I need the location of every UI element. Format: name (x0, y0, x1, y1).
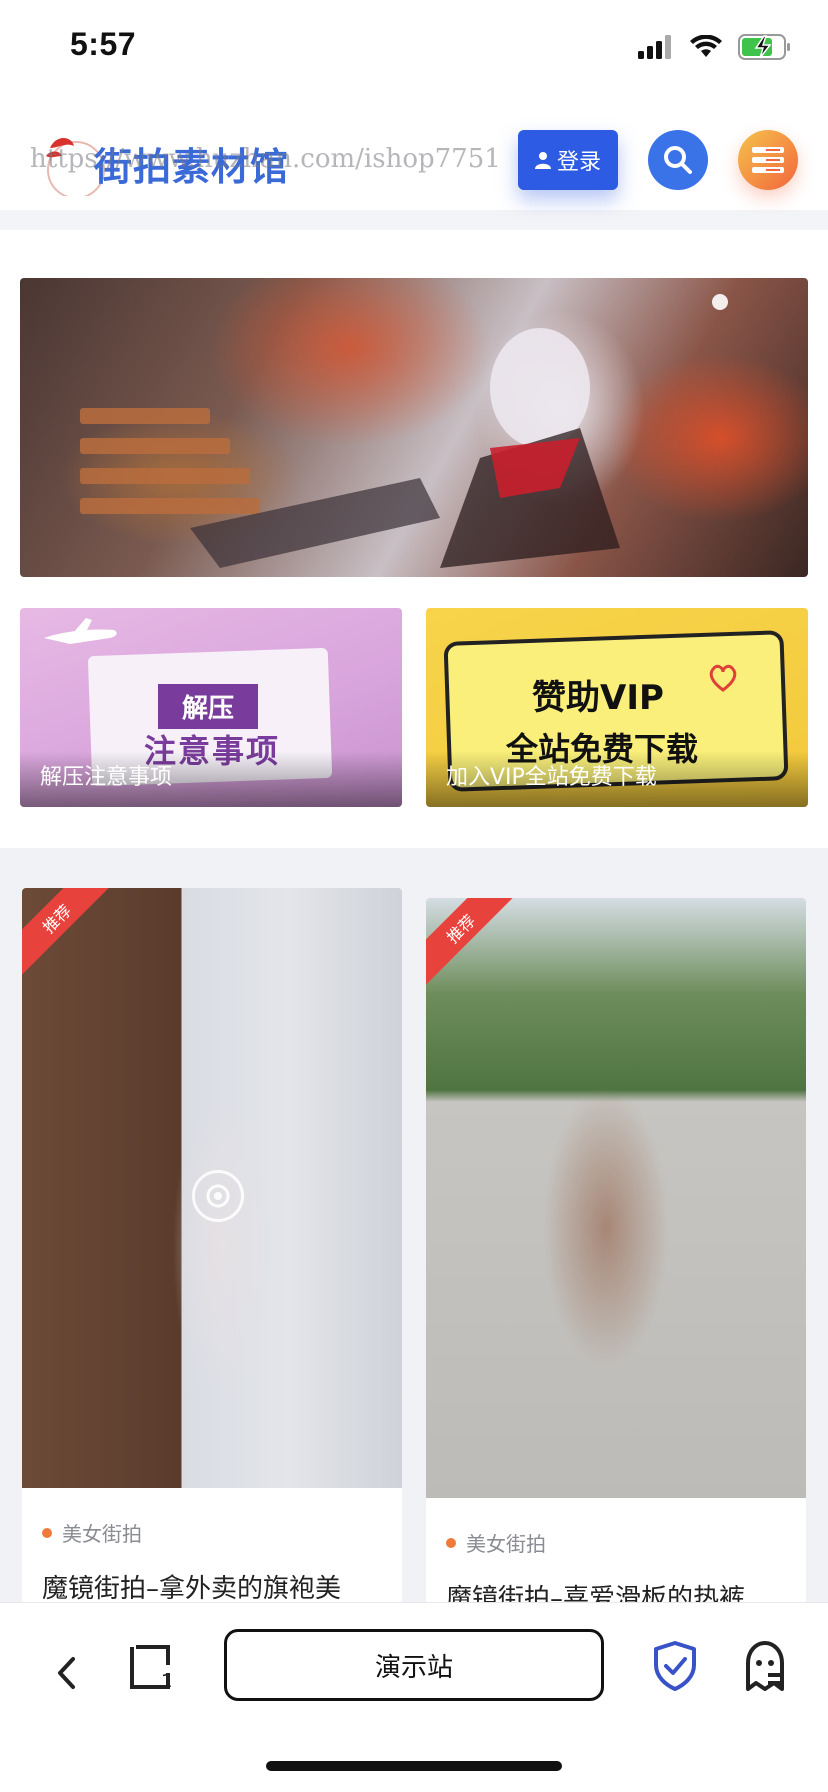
menu-icon (752, 147, 784, 173)
post-title[interactable]: 魔镜街拍–拿外卖的旗袍美 (42, 1568, 341, 1605)
search-icon (664, 146, 692, 174)
status-time: 5:57 (70, 26, 137, 62)
back-icon (58, 1657, 75, 1689)
status-bar: 5:57 (0, 0, 828, 96)
status-icons (638, 34, 792, 60)
address-bar[interactable]: 演示站 (224, 1629, 604, 1701)
login-button[interactable]: 登录 (518, 130, 618, 190)
address-text: 演示站 (374, 1652, 453, 1683)
menu-button[interactable] (738, 130, 798, 190)
login-label: 登录 (556, 150, 601, 175)
airplane-icon (44, 618, 117, 644)
category-dot-icon (42, 1527, 52, 1538)
tabs-button[interactable]: 1 (130, 1645, 174, 1692)
promo-card-relief[interactable]: 解压 注意事项 解压注意事项 (20, 608, 402, 807)
play-icon[interactable] (192, 1170, 244, 1222)
post-thumbnail (426, 898, 806, 1498)
search-button[interactable] (648, 130, 708, 190)
post-card[interactable]: 推荐 美女街拍 魔镜街拍–喜爱滑板的热裤 (426, 898, 806, 1608)
tab-count: 1 (161, 1671, 172, 1689)
page: 5:57 街拍素材馆 https://www.huzhan.com/ishop7… (0, 0, 828, 1792)
watermark-text: https://www.huzhan.com/ishop7751 (30, 144, 501, 174)
post-category[interactable]: 美女街拍 (42, 1518, 142, 1547)
ghost-icon[interactable] (742, 1641, 788, 1691)
post-category-label: 美女街拍 (466, 1532, 546, 1556)
signal-icon (638, 35, 671, 59)
carousel-dot[interactable] (712, 294, 728, 310)
battery-charging-icon (738, 34, 790, 60)
wifi-icon (690, 35, 722, 57)
site-header: 街拍素材馆 https://www.huzhan.com/ishop7751 登… (0, 96, 828, 230)
vip-headline: 赞助VIP (532, 678, 664, 718)
back-button[interactable] (48, 1649, 84, 1697)
category-dot-icon (446, 1537, 456, 1548)
post-card[interactable]: 推荐 美女街拍 魔镜街拍–拿外卖的旗袍美 (22, 888, 402, 1608)
promo-card-vip[interactable]: 赞助VIP 全站免费下载 加入VIP全站免费下载 (426, 608, 808, 807)
post-category-label: 美女街拍 (62, 1522, 142, 1546)
user-icon (534, 152, 551, 169)
post-category[interactable]: 美女街拍 (446, 1528, 546, 1557)
hero-banner[interactable] (20, 278, 808, 577)
shield-check-icon[interactable] (652, 1641, 698, 1691)
promo-badge: 解压 (158, 684, 259, 729)
home-indicator[interactable] (266, 1761, 562, 1771)
promo-title: 加入VIP全站免费下载 (446, 765, 657, 790)
heart-icon (709, 664, 737, 692)
tabs-icon: 1 (130, 1645, 172, 1692)
banner-image (80, 328, 620, 568)
promo-title: 解压注意事项 (40, 765, 173, 790)
